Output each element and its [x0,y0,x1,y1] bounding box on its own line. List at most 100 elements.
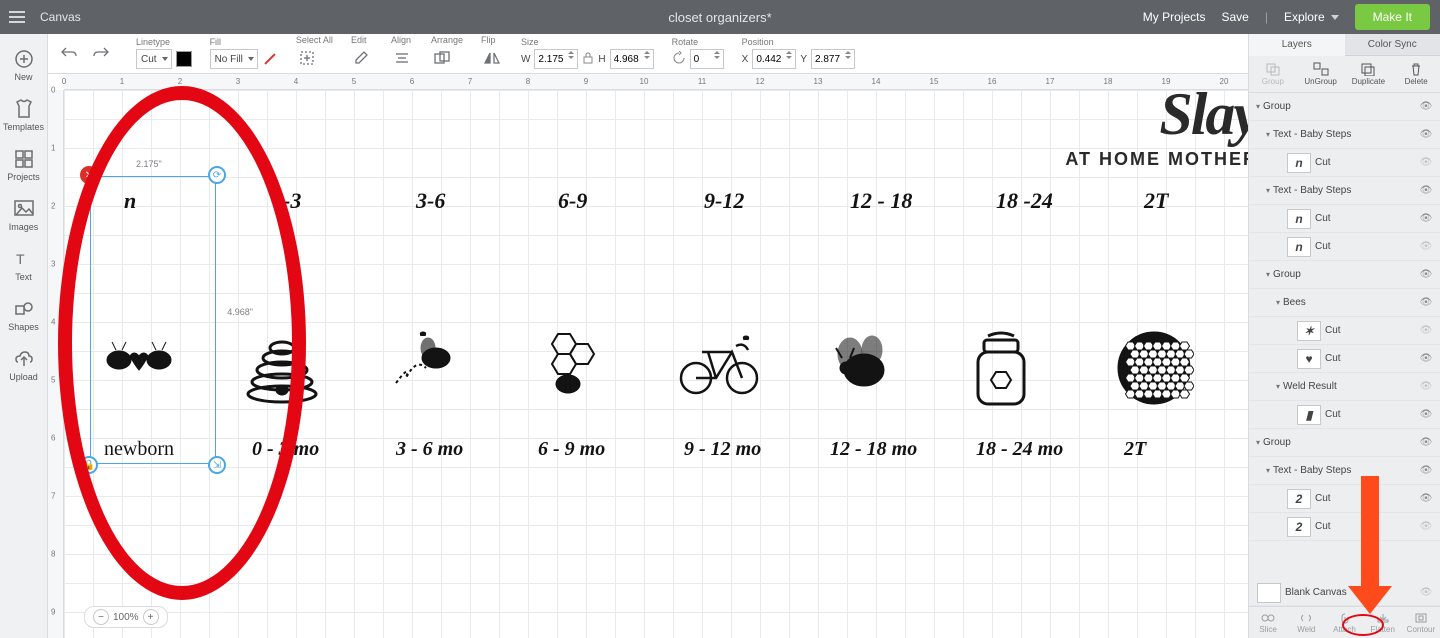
visibility-toggle[interactable]: 👁 [1418,465,1434,476]
design-text[interactable]: 0-3 [272,188,301,214]
visibility-toggle[interactable]: 👁 [1418,493,1434,504]
select-all-button[interactable] [296,47,318,69]
disclosure-icon[interactable]: ▾ [1263,466,1273,475]
design-icon-bicycle[interactable] [674,328,764,403]
design-text[interactable]: 6 - 9 mo [538,438,605,461]
linetype-select[interactable]: Cut [136,49,172,69]
disclosure-icon[interactable]: ▾ [1253,438,1263,447]
no-fill-icon[interactable] [262,51,278,67]
make-it-button[interactable]: Make It [1355,4,1430,30]
design-canvas[interactable]: ✕ ⟳ 🔒 ⇲ 2.175" 4.968" n0-33-66-99-1212 -… [64,90,1248,638]
visibility-toggle[interactable]: 👁 [1418,587,1434,598]
attach-button[interactable]: Attach [1325,607,1363,638]
visibility-toggle[interactable]: 👁 [1418,297,1434,308]
visibility-toggle[interactable]: 👁 [1418,325,1434,336]
design-text[interactable]: 3 - 6 mo [396,438,463,461]
resize-handle[interactable]: ⇲ [208,456,226,474]
design-icon-bee-trail[interactable] [386,328,466,403]
new-button[interactable]: New [0,40,48,90]
design-icon-honeycomb-circle[interactable] [1114,328,1194,413]
design-text[interactable]: 12 - 18 [850,188,912,214]
visibility-toggle[interactable]: 👁 [1418,157,1434,168]
design-text[interactable]: 0 - 3 mo [252,438,319,461]
lock-aspect-icon[interactable] [582,51,594,68]
zoom-in-button[interactable]: + [143,609,159,625]
visibility-toggle[interactable]: 👁 [1418,409,1434,420]
visibility-toggle[interactable]: 👁 [1418,381,1434,392]
redo-button[interactable] [90,41,112,63]
layer-row[interactable]: ✶Cut👁 [1249,317,1440,345]
upload-button[interactable]: Upload [0,340,48,390]
visibility-toggle[interactable]: 👁 [1418,353,1434,364]
images-button[interactable]: Images [0,190,48,240]
layer-row[interactable]: ▮Cut👁 [1249,401,1440,429]
slice-button[interactable]: Slice [1249,607,1287,638]
design-text[interactable]: 3-6 [416,188,445,214]
templates-button[interactable]: Templates [0,90,48,140]
projects-button[interactable]: Projects [0,140,48,190]
disclosure-icon[interactable]: ▾ [1263,130,1273,139]
layer-row[interactable]: ▾Group👁 [1249,429,1440,457]
edit-button[interactable] [351,47,373,69]
visibility-toggle[interactable]: 👁 [1418,521,1434,532]
visibility-toggle[interactable]: 👁 [1418,269,1434,280]
disclosure-icon[interactable]: ▾ [1263,270,1273,279]
design-text[interactable]: 18 - 24 mo [976,438,1063,461]
disclosure-icon[interactable]: ▾ [1253,102,1263,111]
zoom-control[interactable]: − 100% + [84,606,168,628]
group-button[interactable]: Group [1249,56,1297,92]
layer-row[interactable]: ▾Group👁 [1249,93,1440,121]
design-text[interactable]: 12 - 18 mo [830,438,917,461]
text-button[interactable]: T Text [0,240,48,290]
visibility-toggle[interactable]: 👁 [1418,241,1434,252]
disclosure-icon[interactable]: ▾ [1273,298,1283,307]
visibility-toggle[interactable]: 👁 [1418,437,1434,448]
fill-select[interactable]: No Fill [210,49,258,69]
tab-layers[interactable]: Layers [1249,34,1345,56]
visibility-toggle[interactable]: 👁 [1418,185,1434,196]
save-link[interactable]: Save [1221,10,1248,24]
explore-dropdown[interactable]: Explore [1284,10,1339,24]
layer-row[interactable]: 2Cut👁 [1249,485,1440,513]
layer-row[interactable]: ▾Text - Baby Steps👁 [1249,457,1440,485]
design-text[interactable]: 18 -24 [996,188,1053,214]
flip-button[interactable] [481,47,503,69]
visibility-toggle[interactable]: 👁 [1418,129,1434,140]
linetype-color-swatch[interactable] [176,51,192,67]
align-button[interactable] [391,47,413,69]
disclosure-icon[interactable]: ▾ [1263,186,1273,195]
design-text[interactable]: newborn [104,438,174,461]
design-icon-honey-jar[interactable] [966,328,1036,418]
tab-color-sync[interactable]: Color Sync [1345,34,1440,56]
my-projects-link[interactable]: My Projects [1143,10,1206,24]
design-text[interactable]: 9-12 [704,188,744,214]
layer-row[interactable]: ▾Weld Result👁 [1249,373,1440,401]
shapes-button[interactable]: Shapes [0,290,48,340]
layer-row[interactable]: ▾Bees👁 [1249,289,1440,317]
visibility-toggle[interactable]: 👁 [1418,101,1434,112]
contour-button[interactable]: Contour [1402,607,1440,638]
weld-button[interactable]: Weld [1287,607,1325,638]
flatten-button[interactable]: Flatten [1364,607,1402,638]
design-text[interactable]: 9 - 12 mo [684,438,761,461]
design-icon-beehive[interactable] [242,328,322,413]
design-text[interactable]: 2T [1144,188,1168,214]
layer-row[interactable]: nCut👁 [1249,205,1440,233]
duplicate-button[interactable]: Duplicate [1345,56,1393,92]
arrange-button[interactable] [431,47,453,69]
layer-row[interactable]: ♥Cut👁 [1249,345,1440,373]
layer-row[interactable]: ▾Text - Baby Steps👁 [1249,177,1440,205]
visibility-toggle[interactable]: 👁 [1418,213,1434,224]
disclosure-icon[interactable]: ▾ [1273,382,1283,391]
layer-row[interactable]: ▾Group👁 [1249,261,1440,289]
ungroup-button[interactable]: UnGroup [1297,56,1345,92]
lock-handle[interactable]: 🔒 [80,456,98,474]
selection-bounds[interactable]: ✕ ⟳ 🔒 ⇲ 2.175" 4.968" [90,176,216,464]
design-icon-honeycomb-bee[interactable] [528,328,608,413]
layer-row[interactable]: nCut👁 [1249,149,1440,177]
layer-row[interactable]: 2Cut👁 [1249,513,1440,541]
hamburger-menu[interactable] [0,0,34,34]
zoom-out-button[interactable]: − [93,609,109,625]
undo-button[interactable] [58,41,80,63]
layer-row[interactable]: ▾Text - Baby Steps👁 [1249,121,1440,149]
